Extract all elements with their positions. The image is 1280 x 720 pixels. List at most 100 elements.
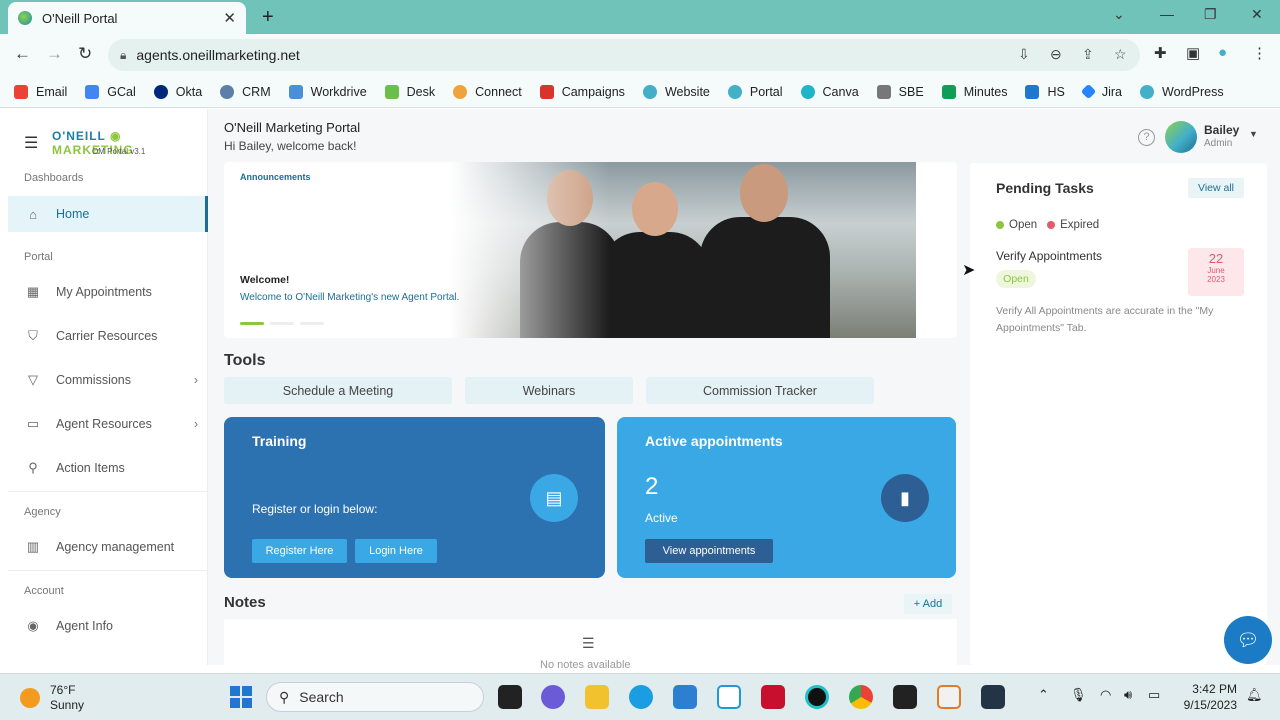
schedule-meeting-button[interactable]: Schedule a Meeting — [224, 377, 452, 404]
notes-heading: Notes — [224, 594, 266, 611]
view-appointments-button[interactable]: View appointments — [645, 539, 773, 563]
reload-icon[interactable]: ↻ — [78, 44, 92, 64]
chat-icon[interactable]: 💬︎ — [1224, 616, 1272, 664]
open-dot-icon — [996, 221, 1004, 229]
avatar[interactable] — [1165, 121, 1197, 153]
user-role: Admin — [1204, 138, 1233, 149]
carousel-dot[interactable] — [270, 322, 294, 325]
bookmarks-bar: Email GCal Okta CRM Workdrive Desk Conne… — [0, 76, 1280, 108]
taskbar-search[interactable]: ⚲ Search — [266, 682, 484, 712]
sidebar-item-appointments[interactable]: ▦ My Appointments — [8, 274, 208, 310]
edge-icon[interactable] — [629, 685, 653, 709]
l-app-icon[interactable] — [717, 685, 741, 709]
chevron-up-icon[interactable]: ⌃ — [1038, 687, 1049, 703]
bookmark-wordpress[interactable]: WordPress — [1140, 84, 1224, 99]
forward-icon[interactable]: → — [46, 44, 63, 64]
carousel-dot[interactable] — [240, 322, 264, 325]
sidebar-item-home[interactable]: ⌂ Home — [8, 196, 208, 232]
caret-down-icon[interactable]: ▼ — [1249, 129, 1258, 139]
bookmark-jira[interactable]: Jira — [1080, 83, 1122, 100]
sidebar-item-commissions[interactable]: ▽ Commissions › — [8, 362, 208, 398]
user-name[interactable]: Bailey — [1204, 123, 1239, 137]
sidebar-item-agent-resources[interactable]: ▭ Agent Resources › — [8, 406, 208, 442]
file-explorer-icon[interactable] — [585, 685, 609, 709]
url-bar[interactable]: 🔒︎ agents.oneillmarketing.net ⇩ ⊖ ⇪ ☆ — [108, 39, 1140, 71]
sidebar-item-agent-info[interactable]: ◉ Agent Info — [8, 608, 208, 644]
bookmark-okta[interactable]: Okta — [153, 84, 202, 99]
notifications-icon[interactable]: 🔔︎ — [1246, 687, 1263, 703]
task-date: 22 June 2023 — [1188, 248, 1244, 296]
store-icon[interactable] — [673, 685, 697, 709]
hamburger-menu-icon[interactable]: ☰ — [24, 133, 38, 153]
bookmark-connect[interactable]: Connect — [453, 84, 522, 99]
carousel-dot[interactable] — [300, 322, 324, 325]
view-all-button[interactable]: View all — [1188, 178, 1244, 198]
menu-icon[interactable]: ⋮ — [1252, 44, 1267, 62]
bookmark-website[interactable]: Website — [642, 84, 710, 99]
tab-search-icon[interactable]: ⌄ — [1113, 6, 1125, 23]
volume-icon[interactable]: 🔊︎ — [1124, 687, 1132, 703]
minimize-icon[interactable]: — — [1160, 6, 1174, 22]
close-tab-icon[interactable]: ✕ — [223, 9, 236, 27]
share-icon[interactable]: ⇪ — [1082, 46, 1094, 63]
bookmark-crm[interactable]: CRM — [220, 84, 271, 99]
profile-icon[interactable]: ● — [1218, 44, 1227, 61]
login-button[interactable]: Login Here — [355, 539, 437, 563]
r-app-icon[interactable] — [937, 685, 961, 709]
sticky-notes-icon[interactable] — [893, 685, 917, 709]
appointments-title: Active appointments — [645, 433, 783, 449]
zoom-icon[interactable]: ⊖ — [1050, 46, 1062, 63]
desk-icon — [384, 84, 399, 99]
add-note-button[interactable]: + Add — [904, 594, 952, 614]
webinars-button[interactable]: Webinars — [465, 377, 633, 404]
bookmark-star-icon[interactable]: ☆ — [1114, 46, 1127, 63]
task-title[interactable]: Verify Appointments — [996, 249, 1102, 263]
wifi-icon[interactable]: ◠ — [1100, 687, 1111, 703]
close-window-icon[interactable]: ✕ — [1251, 6, 1263, 23]
bookmark-canva[interactable]: Canva — [800, 84, 859, 99]
battery-icon[interactable]: ▭ — [1148, 687, 1160, 703]
sidebar-item-carrier-resources[interactable]: ⛉ Carrier Resources — [8, 318, 208, 354]
microphone-icon[interactable]: 🎙︎ — [1070, 687, 1087, 703]
bookmark-workdrive[interactable]: Workdrive — [288, 84, 367, 99]
restore-icon[interactable]: ❐ — [1204, 6, 1217, 23]
windows-start-icon[interactable] — [230, 686, 252, 708]
bookmark-hs[interactable]: HS — [1025, 84, 1065, 99]
register-button[interactable]: Register Here — [252, 539, 347, 563]
help-icon[interactable]: ? — [1138, 129, 1155, 146]
sidebar-item-agency-management[interactable]: ▥ Agency management — [8, 529, 208, 565]
side-panel-icon[interactable]: ▣ — [1186, 44, 1200, 62]
mcafee-icon[interactable] — [761, 685, 785, 709]
extensions-icon[interactable]: ✚ — [1154, 44, 1167, 62]
taskbar-clock[interactable]: 3:42 PM 9/15/2023 — [1180, 681, 1237, 713]
bookmark-desk[interactable]: Desk — [384, 84, 435, 99]
terminal-app-icon[interactable] — [981, 685, 1005, 709]
canva-icon — [800, 84, 815, 99]
new-tab-icon[interactable]: + — [262, 6, 274, 29]
training-icon: ▤ — [530, 474, 578, 522]
pending-tasks-title: Pending Tasks — [996, 180, 1094, 196]
bookmark-minutes[interactable]: Minutes — [941, 84, 1007, 99]
teams-icon[interactable] — [541, 685, 565, 709]
bookmark-campaigns[interactable]: Campaigns — [539, 84, 625, 99]
weather-widget[interactable]: 76°F Sunny — [20, 683, 84, 713]
training-card: Training Register or login below: Regist… — [224, 417, 605, 578]
user-circle-icon: ◉ — [27, 618, 39, 633]
commission-tracker-button[interactable]: Commission Tracker — [646, 377, 874, 404]
announcement-banner[interactable]: Announcements Welcome! Welcome to O'Neil… — [224, 162, 957, 338]
okta-icon — [153, 84, 168, 99]
install-icon[interactable]: ⇩ — [1018, 46, 1030, 63]
bookmark-gcal[interactable]: GCal — [85, 84, 136, 99]
alexa-icon[interactable] — [805, 685, 829, 709]
bookmark-email[interactable]: Email — [14, 84, 67, 99]
file-app-icon[interactable] — [498, 685, 522, 709]
filter-icon: ▽ — [28, 372, 38, 387]
sidebar-item-action-items[interactable]: ⚲ Action Items — [8, 450, 208, 486]
bookmark-portal[interactable]: Portal — [727, 84, 783, 99]
sun-icon — [20, 688, 40, 708]
browser-tab[interactable]: O'Neill Portal ✕ — [8, 2, 246, 34]
bookmark-sbe[interactable]: SBE — [876, 84, 924, 99]
chrome-icon[interactable] — [849, 685, 873, 709]
minutes-icon — [941, 84, 956, 99]
back-icon[interactable]: ← — [14, 44, 31, 64]
